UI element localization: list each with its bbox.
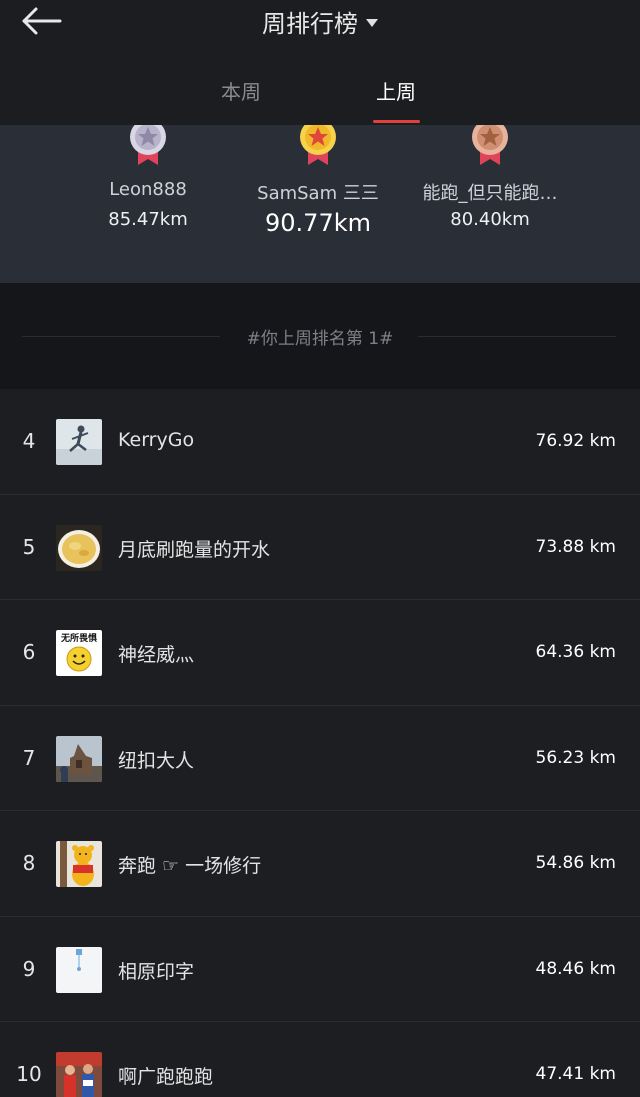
tab-this-week[interactable]: 本周 [201, 76, 281, 105]
podium-name: Leon888 [109, 179, 187, 200]
top-navigation-bar: 周排行榜 本周 上周 [0, 0, 640, 125]
rank-banner: #你上周排名第 1# [0, 283, 640, 389]
podium-distance: 85.47km [108, 209, 188, 230]
rank-number: 10 [16, 1062, 42, 1086]
my-rank-hashtag[interactable]: #你上周排名第 1# [0, 324, 640, 349]
caret-down-icon [366, 19, 378, 27]
avatar[interactable]: 无所畏惧 [56, 630, 102, 676]
user-name: 纽扣大人 [118, 749, 195, 772]
leaderboard-row[interactable]: 4 KerryGo 76.92 km [0, 389, 640, 495]
rank-number: 8 [22, 851, 36, 875]
podium-name: 能跑_但只能跑… [422, 183, 558, 204]
podium-distance: 90.77km [265, 209, 371, 237]
leaderboard-row[interactable]: 9 相原印字 48.46 km [0, 916, 640, 1022]
page-title-dropdown[interactable]: 周排行榜 [0, 4, 640, 39]
silver-medal-icon [130, 125, 166, 165]
avatar[interactable] [56, 1052, 102, 1097]
distance-value: 56.23 km [535, 747, 616, 768]
avatar[interactable] [56, 946, 102, 993]
rank-number: 9 [22, 956, 36, 981]
podium-rank-1[interactable]: SamSam 三三 90.77km [228, 125, 408, 283]
distance-value: 47.41 km [535, 1064, 616, 1084]
rank-number: 5 [22, 534, 36, 559]
tab-last-week[interactable]: 上周 [356, 76, 436, 105]
leaderboard-row[interactable]: 6 无所畏惧 神经威灬 64.36 km [0, 600, 640, 706]
distance-value: 76.92 km [535, 431, 616, 451]
avatar[interactable] [56, 841, 102, 887]
active-tab-indicator [373, 120, 420, 123]
leaderboard-row[interactable]: 10 啊广跑跑跑 47.41 km [0, 1022, 640, 1097]
leaderboard-list: 4 KerryGo 76.92 km 5 月底刷跑量的开水 73.88 km 6 [0, 389, 640, 1097]
rank-number: 6 [22, 640, 36, 664]
rank-number: 4 [22, 429, 36, 453]
user-name: 啊广跑跑跑 [118, 1066, 214, 1088]
distance-value: 64.36 km [535, 642, 616, 662]
avatar[interactable] [56, 524, 102, 571]
podium-top-three: Leon888 85.47km SamSam 三三 90.77km 能跑_但只能… [0, 125, 640, 283]
podium-name: SamSam 三三 [257, 183, 379, 204]
podium-rank-3[interactable]: 能跑_但只能跑… 80.40km [400, 125, 580, 283]
avatar[interactable] [56, 419, 102, 465]
leaderboard-row[interactable]: 7 纽扣大人 56.23 km [0, 705, 640, 811]
leaderboard-row[interactable]: 8 奔跑 ☞ 一场修行 54.86 km [0, 811, 640, 917]
avatar[interactable] [56, 735, 102, 782]
gold-medal-icon [300, 125, 336, 165]
rank-number: 7 [22, 745, 36, 770]
svg-text:无所畏惧: 无所畏惧 [60, 632, 97, 644]
distance-value: 54.86 km [535, 853, 616, 873]
user-name: 月底刷跑量的开水 [118, 538, 271, 561]
user-name: 神经威灬 [118, 644, 195, 666]
leaderboard-row[interactable]: 5 月底刷跑量的开水 73.88 km [0, 494, 640, 600]
user-name: 相原印字 [118, 960, 195, 983]
user-name: KerryGo [118, 429, 195, 451]
distance-value: 73.88 km [535, 536, 616, 557]
user-name: 奔跑 ☞ 一场修行 [118, 855, 262, 877]
distance-value: 48.46 km [535, 958, 616, 979]
page-title: 周排行榜 [262, 10, 358, 38]
podium-rank-2[interactable]: Leon888 85.47km [58, 125, 238, 283]
bronze-medal-icon [472, 125, 508, 165]
podium-distance: 80.40km [450, 209, 530, 230]
